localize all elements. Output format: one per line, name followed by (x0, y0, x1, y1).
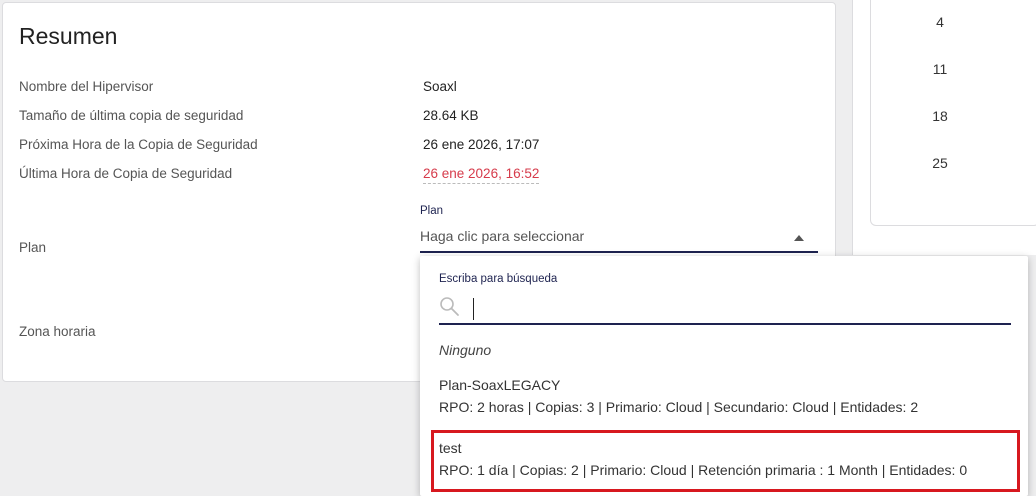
search-input[interactable] (473, 298, 1000, 320)
option-plan-soaxlegacy[interactable]: Plan-SoaxLEGACY RPO: 2 horas | Copias: 3… (439, 375, 1019, 417)
search-label: Escriba para búsqueda (439, 273, 558, 285)
calendar-day[interactable]: 18 (925, 108, 955, 124)
caret-up-icon (794, 235, 804, 241)
last-backup-time-value[interactable]: 26 ene 2026, 16:52 (423, 166, 540, 184)
option-test[interactable]: test RPO: 1 día | Copias: 2 | Primario: … (439, 438, 1019, 480)
option-name: Plan-SoaxLEGACY (439, 377, 561, 393)
option-none[interactable]: Ninguno (439, 342, 491, 358)
option-name: test (439, 440, 462, 456)
summary-title: Resumen (19, 23, 118, 49)
last-backup-size-label: Tamaño de última copia de seguridad (19, 108, 244, 123)
calendar-day[interactable]: 4 (925, 14, 955, 30)
last-backup-time-label: Última Hora de Copia de Seguridad (19, 166, 233, 181)
plan-select-placeholder: Haga clic para seleccionar (420, 228, 585, 244)
calendar-day[interactable]: 25 (925, 155, 955, 171)
plan-select-label: Plan (420, 205, 444, 217)
search-icon (440, 297, 459, 316)
hypervisor-name-label: Nombre del Hipervisor (19, 79, 154, 94)
timezone-label: Zona horaria (19, 324, 96, 339)
calendar-day[interactable]: 11 (925, 61, 955, 77)
plan-select[interactable]: Haga clic para seleccionar (420, 222, 818, 253)
last-backup-size-value: 28.64 KB (423, 108, 479, 123)
option-detail: RPO: 1 día | Copias: 2 | Primario: Cloud… (439, 462, 968, 478)
option-detail: RPO: 2 horas | Copias: 3 | Primario: Clo… (439, 399, 919, 415)
plan-dropdown: Escriba para búsqueda Ninguno Plan-SoaxL… (420, 256, 1028, 496)
plan-label: Plan (19, 240, 47, 255)
calendar: 4 11 18 25 (870, 0, 1036, 226)
next-backup-time-value: 26 ene 2026, 17:07 (423, 137, 540, 152)
next-backup-time-label: Próxima Hora de la Copia de Seguridad (19, 137, 258, 152)
search-box (439, 292, 1011, 325)
hypervisor-name-value: Soaxl (423, 79, 457, 94)
